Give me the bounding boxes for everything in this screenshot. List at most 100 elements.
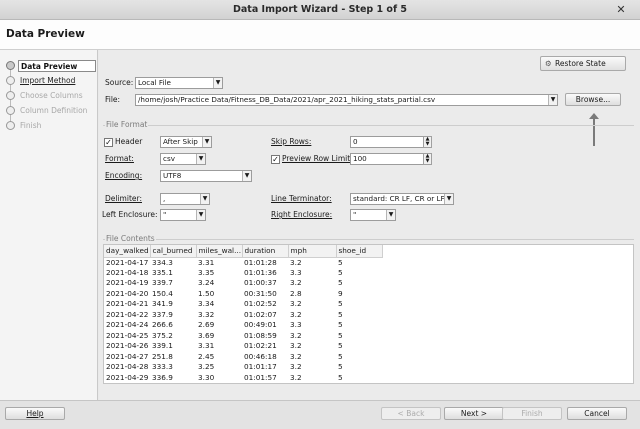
preview-row-limit-checkbox[interactable]: ✓ — [271, 155, 280, 164]
table-row[interactable]: 2021-04-20 150.4 1.50 00:31:50 2.8 9 — [104, 289, 382, 300]
table-row[interactable]: 2021-04-28 333.3 3.25 01:01:17 3.2 5 — [104, 362, 382, 373]
restore-state-button[interactable]: ⚙ Restore State — [540, 56, 626, 71]
table-cell: 00:46:18 — [244, 351, 277, 361]
table-row[interactable]: 2021-04-29 336.9 3.30 01:01:57 3.2 5 — [104, 373, 382, 384]
step-choose-columns: Choose Columns — [20, 91, 83, 100]
format-select[interactable]: csv ▼ — [160, 153, 206, 165]
table-cell: 3.31 — [198, 257, 215, 267]
file-path-select[interactable]: /home/josh/Practice Data/Fitness_DB_Data… — [135, 94, 558, 106]
table-cell: 2021-04-20 — [106, 288, 149, 298]
table-cell: 5 — [338, 330, 343, 340]
page-header: Data Preview — [0, 20, 640, 50]
step-indicator-icon — [6, 61, 15, 70]
help-label: Help — [26, 409, 44, 418]
table-cell: 5 — [338, 299, 343, 309]
back-button[interactable]: < Back — [381, 407, 441, 420]
format-label: Format: — [105, 154, 134, 163]
column-header[interactable]: mph — [288, 245, 337, 258]
left-enclosure-select[interactable]: " ▼ — [160, 209, 206, 221]
line-terminator-select[interactable]: standard: CR LF, CR or LF ▼ — [350, 193, 454, 205]
header-checkbox[interactable]: ✓ — [104, 138, 113, 147]
table-cell: 337.9 — [152, 309, 173, 319]
table-row[interactable]: 2021-04-21 341.9 3.34 01:02:52 3.2 5 — [104, 299, 382, 310]
step-data-preview[interactable]: Data Preview — [18, 60, 96, 72]
file-format-divider — [103, 125, 634, 126]
column-header[interactable]: shoe_id — [336, 245, 383, 258]
chevron-down-icon: ▼ — [242, 171, 251, 181]
table-cell: 2021-04-25 — [106, 330, 149, 340]
table-cell: 01:01:28 — [244, 257, 277, 267]
table-row[interactable]: 2021-04-24 266.6 2.69 00:49:01 3.3 5 — [104, 320, 382, 331]
table-cell: 3.3 — [290, 267, 302, 277]
step-import-method[interactable]: Import Method — [20, 75, 75, 87]
column-header[interactable]: cal_burned — [150, 245, 197, 258]
table-row[interactable]: 2021-04-25 375.2 3.69 01:08:59 3.2 5 — [104, 331, 382, 342]
encoding-value: UTF8 — [163, 171, 182, 180]
skip-rows-stepper[interactable]: ▲ ▼ — [423, 136, 432, 148]
close-icon[interactable]: ✕ — [614, 3, 628, 17]
skip-rows-input[interactable]: 0 — [350, 136, 424, 148]
step-column-definition: Column Definition — [20, 106, 88, 115]
table-cell: 2021-04-29 — [106, 372, 149, 382]
table-cell: 01:00:37 — [244, 278, 277, 288]
delimiter-select[interactable]: , ▼ — [160, 193, 210, 205]
table-cell: 335.1 — [152, 267, 173, 277]
file-contents-grid[interactable]: day_walked cal_burned miles_wal... durat… — [103, 244, 634, 384]
table-cell: 341.9 — [152, 299, 173, 309]
source-select[interactable]: Local File ▼ — [135, 77, 223, 89]
table-cell: 3.31 — [198, 341, 215, 351]
finish-button[interactable]: Finish — [502, 407, 562, 420]
table-cell: 01:02:21 — [244, 341, 277, 351]
table-cell: 00:31:50 — [244, 288, 277, 298]
line-terminator-value: standard: CR LF, CR or LF — [353, 194, 445, 203]
table-row[interactable]: 2021-04-19 339.7 3.24 01:00:37 3.2 5 — [104, 278, 382, 289]
table-cell: 5 — [338, 278, 343, 288]
table-cell: 3.30 — [198, 372, 215, 382]
preview-row-limit-stepper[interactable]: ▲ ▼ — [423, 153, 432, 165]
table-cell: 01:08:59 — [244, 330, 277, 340]
left-enclosure-label: Left Enclosure: — [102, 210, 158, 219]
source-label: Source: — [105, 78, 134, 87]
table-row[interactable]: 2021-04-17 334.3 3.31 01:01:28 3.2 5 — [104, 257, 382, 268]
right-enclosure-label: Right Enclosure: — [271, 210, 333, 219]
step-finish: Finish — [20, 121, 42, 130]
file-label: File: — [105, 95, 121, 104]
skip-rows-label: Skip Rows: — [271, 137, 312, 146]
column-header[interactable]: day_walked — [104, 245, 151, 258]
next-button[interactable]: Next > — [444, 407, 504, 420]
table-cell: 2.8 — [290, 288, 302, 298]
table-cell: 2021-04-27 — [106, 351, 149, 361]
table-header-row: day_walked cal_burned miles_wal... durat… — [104, 245, 383, 258]
encoding-select[interactable]: UTF8 ▼ — [160, 170, 252, 182]
table-cell: 2021-04-24 — [106, 320, 149, 330]
restore-state-label: Restore State — [555, 59, 606, 68]
preview-row-limit-input[interactable]: 100 — [350, 153, 424, 165]
table-row[interactable]: 2021-04-18 335.1 3.35 01:01:36 3.3 5 — [104, 268, 382, 279]
table-row[interactable]: 2021-04-26 339.1 3.31 01:02:21 3.2 5 — [104, 341, 382, 352]
annotation-arrow — [589, 113, 599, 146]
cancel-button[interactable]: Cancel — [567, 407, 627, 420]
help-button[interactable]: Help — [5, 407, 65, 420]
header-mode-value: After Skip — [163, 137, 198, 146]
main-panel: ⚙ Restore State Source: Local File ▼ File… — [99, 50, 640, 400]
table-cell: 3.3 — [290, 320, 302, 330]
table-cell: 5 — [338, 372, 343, 382]
table-cell: 3.35 — [198, 267, 215, 277]
table-row[interactable]: 2021-04-27 251.8 2.45 00:46:18 3.2 5 — [104, 352, 382, 363]
table-cell: 2021-04-21 — [106, 299, 149, 309]
wizard-steps-sidebar: Data Preview Import Method Choose Column… — [0, 50, 98, 400]
column-header[interactable]: duration — [242, 245, 289, 258]
column-header[interactable]: miles_wal... — [196, 245, 243, 258]
table-cell: 336.9 — [152, 372, 173, 382]
table-cell: 5 — [338, 320, 343, 330]
right-enclosure-select[interactable]: " ▼ — [350, 209, 396, 221]
table-cell: 5 — [338, 362, 343, 372]
table-cell: 375.2 — [152, 330, 173, 340]
header-mode-select[interactable]: After Skip ▼ — [160, 136, 212, 148]
table-cell: 3.2 — [290, 372, 302, 382]
table-cell: 2021-04-26 — [106, 341, 149, 351]
browse-button[interactable]: Browse... — [565, 93, 621, 106]
table-cell: 2021-04-19 — [106, 278, 149, 288]
step-indicator-icon — [6, 76, 15, 85]
table-row[interactable]: 2021-04-22 337.9 3.32 01:02:07 3.2 5 — [104, 310, 382, 321]
